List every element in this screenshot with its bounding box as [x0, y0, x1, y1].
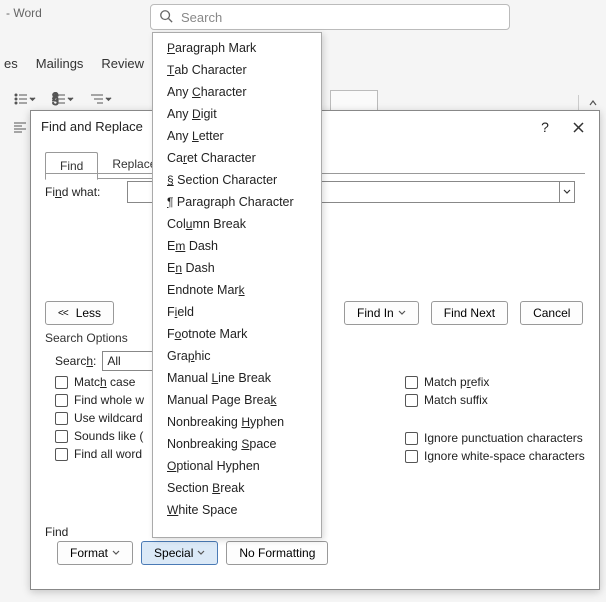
format-button[interactable]: Format: [57, 541, 133, 565]
checkbox-icon: [55, 412, 68, 425]
menu-item-special-2[interactable]: Any Character: [153, 81, 321, 103]
ribbon-tab-mailings[interactable]: Mailings: [34, 52, 86, 76]
checks-right-column-2: Ignore punctuation characters Ignore whit…: [405, 431, 585, 463]
cancel-button[interactable]: Cancel: [520, 301, 583, 325]
ribbon-tab-review[interactable]: Review: [99, 52, 146, 76]
svg-text:3: 3: [52, 94, 59, 106]
search-placeholder: Search: [181, 10, 222, 25]
dialog-title: Find and Replace: [41, 119, 143, 134]
checkbox-icon: [405, 450, 418, 463]
menu-item-special-8[interactable]: Column Break: [153, 213, 321, 235]
check-whole-words[interactable]: Find whole w: [55, 393, 144, 407]
dialog-help-button[interactable]: ?: [535, 117, 555, 137]
find-in-button[interactable]: Find In: [344, 301, 419, 325]
search-options-title: Search Options: [45, 331, 128, 345]
menu-item-special-18[interactable]: Nonbreaking Space: [153, 433, 321, 455]
check-label: Use wildcard: [74, 411, 143, 425]
check-match-suffix[interactable]: Match suffix: [405, 393, 489, 407]
checkbox-icon: [405, 394, 418, 407]
bullets-button[interactable]: [10, 88, 40, 110]
titlebar: - Word: [0, 2, 145, 24]
check-label: Match prefix: [424, 375, 489, 389]
menu-item-special-7[interactable]: ¶ Paragraph Character: [153, 191, 321, 213]
check-wildcards[interactable]: Use wildcard: [55, 411, 144, 425]
menu-item-special-20[interactable]: Section Break: [153, 477, 321, 499]
find-what-label: Find what:: [45, 185, 100, 199]
check-label: Find whole w: [74, 393, 144, 407]
check-match-case[interactable]: Match case: [55, 375, 144, 389]
checkbox-icon: [405, 376, 418, 389]
check-all-forms[interactable]: Find all word: [55, 447, 144, 461]
tab-find[interactable]: Find: [45, 152, 98, 180]
menu-item-special-19[interactable]: Optional Hyphen: [153, 455, 321, 477]
check-label: Ignore white-space characters: [424, 449, 585, 463]
menu-item-special-1[interactable]: Tab Character: [153, 59, 321, 81]
checks-left-column: Match case Find whole w Use wildcard Sounds…: [55, 375, 144, 461]
dialog-close-button[interactable]: [567, 117, 589, 137]
special-button[interactable]: Special: [141, 541, 218, 565]
menu-item-special-9[interactable]: Em Dash: [153, 235, 321, 257]
menu-item-special-17[interactable]: Nonbreaking Hyphen: [153, 411, 321, 433]
checkbox-icon: [405, 432, 418, 445]
check-match-prefix[interactable]: Match prefix: [405, 375, 489, 389]
menu-item-special-16[interactable]: Manual Page Break: [153, 389, 321, 411]
check-label: Match suffix: [424, 393, 488, 407]
menu-item-special-15[interactable]: Manual Line Break: [153, 367, 321, 389]
find-what-dropdown[interactable]: [559, 181, 575, 203]
menu-item-special-4[interactable]: Any Letter: [153, 125, 321, 147]
no-formatting-button[interactable]: No Formatting: [226, 541, 328, 565]
ribbon-tab-partial[interactable]: es: [2, 52, 20, 76]
check-label: Find all word: [74, 447, 142, 461]
ribbon-paragraph-row: [10, 112, 30, 142]
checkbox-icon: [55, 394, 68, 407]
menu-item-special-0[interactable]: Paragraph Mark: [153, 37, 321, 59]
menu-item-special-13[interactable]: Footnote Mark: [153, 323, 321, 345]
menu-item-special-10[interactable]: En Dash: [153, 257, 321, 279]
less-button[interactable]: <<Less: [45, 301, 114, 325]
menu-item-special-21[interactable]: White Space: [153, 499, 321, 521]
find-section-label: Find: [45, 525, 68, 539]
check-ignore-whitespace[interactable]: Ignore white-space characters: [405, 449, 585, 463]
menu-item-special-11[interactable]: Endnote Mark: [153, 279, 321, 301]
ribbon-tabs: es Mailings Review: [0, 52, 146, 76]
special-popup-menu: Paragraph MarkTab CharacterAny Character…: [152, 32, 322, 538]
checkbox-icon: [55, 430, 68, 443]
menu-item-special-5[interactable]: Caret Character: [153, 147, 321, 169]
bottom-button-row: Format Special No Formatting: [57, 541, 328, 565]
check-label: Ignore punctuation characters: [424, 431, 583, 445]
menu-item-special-14[interactable]: Graphic: [153, 345, 321, 367]
search-box[interactable]: Search: [150, 4, 510, 30]
check-sounds-like[interactable]: Sounds like (: [55, 429, 144, 443]
checkbox-icon: [55, 448, 68, 461]
menu-item-special-12[interactable]: Field: [153, 301, 321, 323]
menu-item-special-3[interactable]: Any Digit: [153, 103, 321, 125]
check-ignore-punctuation[interactable]: Ignore punctuation characters: [405, 431, 585, 445]
align-left-icon[interactable]: [10, 117, 30, 137]
checkbox-icon: [55, 376, 68, 389]
check-label: Match case: [74, 375, 135, 389]
menu-item-special-6[interactable]: § Section Character: [153, 169, 321, 191]
check-label: Sounds like (: [74, 429, 143, 443]
app-title-suffix: - Word: [6, 6, 42, 20]
checks-right-column-1: Match prefix Match suffix: [405, 375, 489, 407]
multilevel-button[interactable]: [86, 88, 116, 110]
find-next-button[interactable]: Find Next: [431, 301, 508, 325]
search-icon: [159, 9, 173, 26]
search-direction-label: Search:: [55, 354, 96, 368]
numbering-button[interactable]: 123: [48, 88, 78, 110]
